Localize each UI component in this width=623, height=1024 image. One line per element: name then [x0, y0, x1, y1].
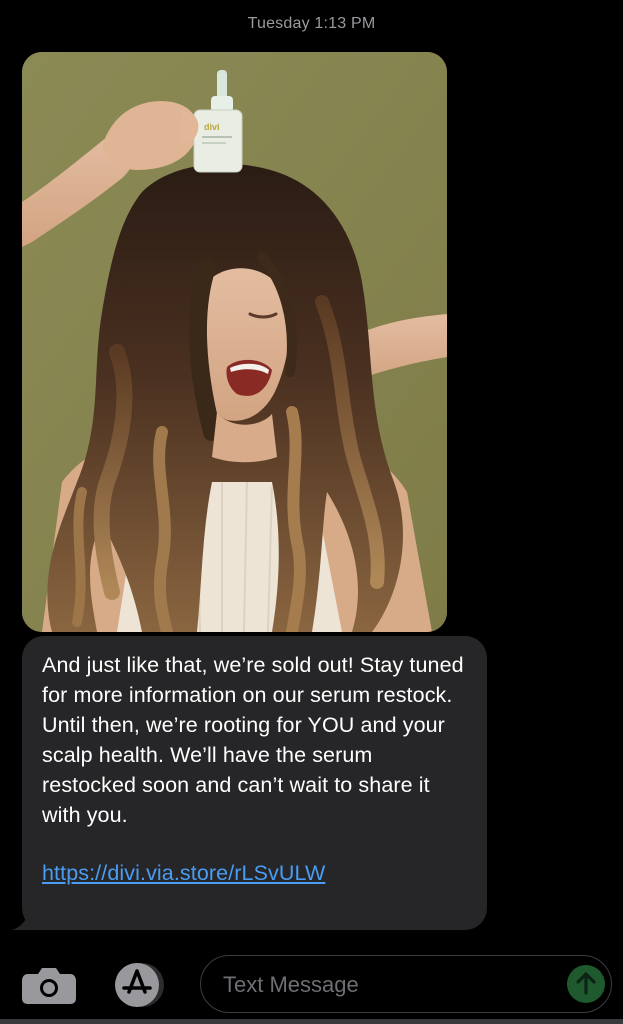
- message-input-wrapper: [200, 955, 612, 1013]
- bottle-brand-label: divi: [204, 122, 220, 132]
- message-bubble: And just like that, we’re sold out! Stay…: [22, 636, 487, 930]
- message-input[interactable]: [221, 968, 545, 1002]
- arrow-up-icon: [576, 972, 596, 995]
- app-store-icon: [115, 963, 164, 1007]
- message-link[interactable]: https://divi.via.store/rLSvULW: [42, 858, 469, 888]
- app-store-button[interactable]: [110, 962, 172, 1008]
- woman-with-serum-photo: divi: [22, 52, 447, 632]
- camera-icon: [22, 968, 76, 1004]
- message-timestamp: Tuesday 1:13 PM: [247, 15, 376, 32]
- message-text: And just like that, we’re sold out! Stay…: [42, 653, 464, 827]
- dropper-cap: [217, 70, 227, 100]
- bottom-strip: [0, 1019, 623, 1024]
- compose-toolbar: [0, 950, 623, 1024]
- camera-button[interactable]: [20, 964, 78, 1006]
- message-image[interactable]: divi: [22, 52, 447, 632]
- send-button[interactable]: [567, 965, 605, 1003]
